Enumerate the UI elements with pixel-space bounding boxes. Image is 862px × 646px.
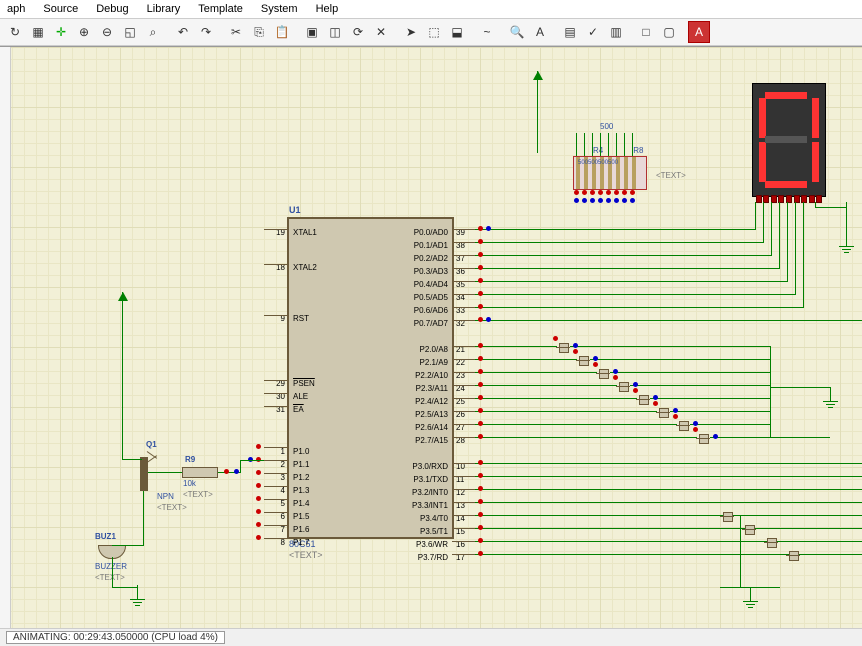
button-p3-7[interactable] xyxy=(786,551,800,561)
ares-icon[interactable]: A xyxy=(688,21,710,43)
menu-graph[interactable]: aph xyxy=(5,2,27,16)
button-p2-5[interactable] xyxy=(656,408,670,418)
redo-icon[interactable]: ↷ xyxy=(195,21,217,43)
zoom-in-icon[interactable]: ⊕ xyxy=(73,21,95,43)
erc-icon[interactable]: ✓ xyxy=(582,21,604,43)
q1-text: <TEXT> xyxy=(157,503,187,512)
button-p2-7[interactable] xyxy=(696,434,710,444)
buz-text: <TEXT> xyxy=(95,573,125,582)
segment-c xyxy=(812,142,819,182)
button-p2-4[interactable] xyxy=(636,395,650,405)
wire-tool-icon[interactable]: ~ xyxy=(476,21,498,43)
q1-value: NPN xyxy=(157,492,174,501)
button-p2-1[interactable] xyxy=(576,356,590,366)
rnet-text: <TEXT> xyxy=(656,171,686,180)
block-copy-icon[interactable]: ▣ xyxy=(301,21,323,43)
segment-a xyxy=(765,92,807,99)
decompose-icon[interactable]: ⬓ xyxy=(446,21,468,43)
component-u1-80c51[interactable]: U1 80C51<TEXT> 19XTAL1 18XTAL2 9RST 29PS… xyxy=(287,217,454,539)
segment-b xyxy=(812,98,819,138)
cut-icon[interactable]: ✂ xyxy=(225,21,247,43)
r9-value: 10k xyxy=(183,479,196,488)
status-bar: ANIMATING: 00:29:43.050000 (CPU load 4%) xyxy=(0,628,862,646)
block-rotate-icon[interactable]: ⟳ xyxy=(347,21,369,43)
r9-text: <TEXT> xyxy=(183,490,213,499)
block-delete-icon[interactable]: ✕ xyxy=(370,21,392,43)
menu-template[interactable]: Template xyxy=(196,2,245,16)
menu-library[interactable]: Library xyxy=(145,2,183,16)
block-move-icon[interactable]: ◫ xyxy=(324,21,346,43)
resistor-r9[interactable] xyxy=(182,467,218,478)
button-p2-3[interactable] xyxy=(616,382,630,392)
button-p3-6[interactable] xyxy=(764,538,778,548)
copy-icon[interactable]: ⎘ xyxy=(248,21,270,43)
paste-icon[interactable]: 📋 xyxy=(271,21,293,43)
schematic-canvas[interactable]: U1 80C51<TEXT> 19XTAL1 18XTAL2 9RST 29PS… xyxy=(0,46,862,632)
button-p3-4[interactable] xyxy=(720,512,734,522)
buz-value: BUZZER xyxy=(95,562,127,571)
target-icon[interactable]: ✛ xyxy=(50,21,72,43)
button-p2-0[interactable] xyxy=(556,343,570,353)
package-icon[interactable]: ⬚ xyxy=(423,21,445,43)
menu-source[interactable]: Source xyxy=(41,2,80,16)
undo-icon[interactable]: ↶ xyxy=(172,21,194,43)
button-p2-6[interactable] xyxy=(676,421,690,431)
q1-ref: Q1 xyxy=(146,440,157,449)
rnet-val-top: 500 xyxy=(600,122,613,131)
pick-icon[interactable]: ➤ xyxy=(400,21,422,43)
display-pins xyxy=(755,195,823,203)
grid-icon[interactable]: ▦ xyxy=(27,21,49,43)
zoom-fit-icon[interactable]: ◱ xyxy=(119,21,141,43)
menu-system[interactable]: System xyxy=(259,2,300,16)
new-doc-icon[interactable]: □ xyxy=(635,21,657,43)
status-text: ANIMATING: 00:29:43.050000 (CPU load 4%) xyxy=(6,631,225,644)
u1-reference: U1 xyxy=(289,205,301,215)
button-p2-2[interactable] xyxy=(596,369,610,379)
segment-f xyxy=(759,98,766,138)
netlist-icon[interactable]: ▥ xyxy=(605,21,627,43)
zoom-area-icon[interactable]: ⌕ xyxy=(142,21,164,43)
bom-icon[interactable]: ▤ xyxy=(559,21,581,43)
menu-debug[interactable]: Debug xyxy=(94,2,130,16)
property-icon[interactable]: A xyxy=(529,21,551,43)
segment-e xyxy=(759,142,766,182)
report-icon[interactable]: ▢ xyxy=(658,21,680,43)
toolbar: ↻ ▦ ✛ ⊕ ⊖ ◱ ⌕ ↶ ↷ ✂ ⎘ 📋 ▣ ◫ ⟳ ✕ ➤ ⬚ ⬓ ~ … xyxy=(0,19,862,46)
refresh-icon[interactable]: ↻ xyxy=(4,21,26,43)
segment-d xyxy=(765,181,807,188)
zoom-out-icon[interactable]: ⊖ xyxy=(96,21,118,43)
button-p3-5[interactable] xyxy=(742,525,756,535)
r9-ref: R9 xyxy=(185,455,195,464)
left-gutter xyxy=(0,47,11,632)
menu-bar: aph Source Debug Library Template System… xyxy=(0,0,862,19)
menu-help[interactable]: Help xyxy=(314,2,341,16)
seven-segment-display[interactable] xyxy=(752,83,826,197)
search-icon[interactable]: 🔍 xyxy=(506,21,528,43)
segment-g xyxy=(765,136,807,143)
buz-ref: BUZ1 xyxy=(95,532,116,541)
